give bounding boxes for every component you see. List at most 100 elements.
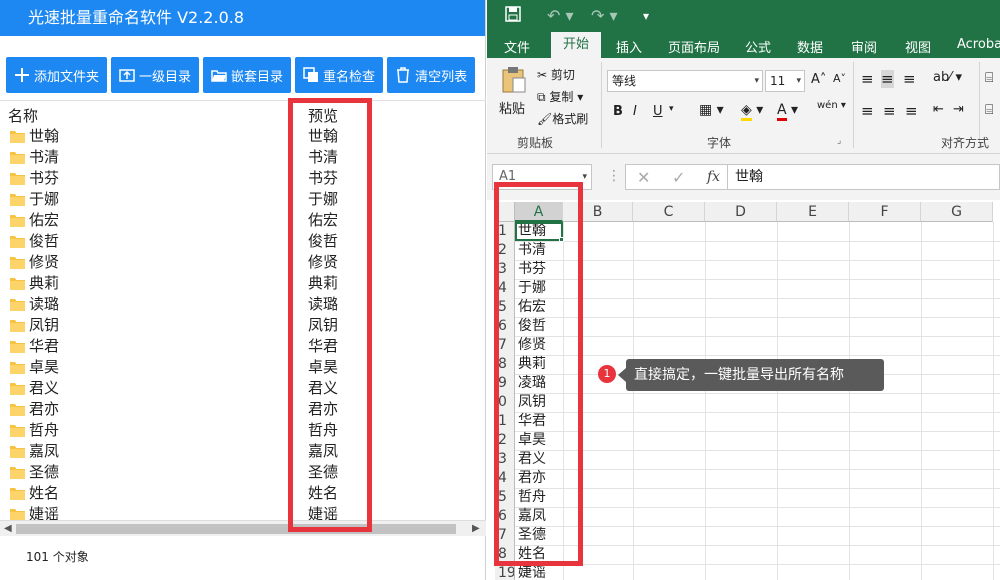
increase-indent-icon[interactable]: ⇥ (953, 102, 964, 117)
cell-a[interactable]: 婕谣 (518, 564, 546, 580)
enter-icon[interactable]: ✓ (672, 168, 685, 187)
gridline (515, 507, 1000, 508)
list-item[interactable]: 修贤 修贤 (0, 252, 486, 273)
alignment-group-label: 对齐方式 (941, 136, 990, 150)
nested-dir-label: 嵌套目录 (231, 69, 284, 85)
font-group-label: 字体 (707, 136, 732, 150)
wrap-text-icon[interactable]: ⌸ (985, 70, 993, 86)
align-top-icon[interactable]: ≡ (861, 70, 874, 88)
item-name: 书清 (29, 148, 60, 166)
folder-icon (10, 467, 25, 479)
list-item[interactable]: 圣德 圣德 (0, 462, 486, 483)
list-item[interactable]: 卓昊 卓昊 (0, 357, 486, 378)
status-count: 101 个对象 (26, 550, 89, 564)
folder-up-icon (119, 67, 135, 83)
gridline (515, 469, 1000, 470)
scissors-icon: ✂ (537, 68, 548, 82)
align-left-icon[interactable]: ≡ (861, 102, 874, 120)
save-icon[interactable] (505, 6, 521, 26)
column-header[interactable]: D (705, 202, 777, 222)
paste-icon[interactable] (501, 66, 527, 97)
list-item[interactable]: 嘉凤 嘉凤 (0, 441, 486, 462)
app-title: 光速批量重命名软件 V2.2.0.8 (0, 0, 485, 36)
add-folder-label: 添加文件夹 (34, 69, 100, 85)
scrollbar-thumb[interactable] (16, 524, 456, 534)
list-item[interactable]: 哲舟 哲舟 (0, 420, 486, 441)
align-middle-icon[interactable]: ≡ (881, 70, 894, 88)
first-level-dir-button[interactable]: 一级目录 (111, 57, 200, 93)
align-right-icon[interactable]: ≡ (905, 102, 918, 120)
tab-5[interactable]: 数据 (797, 37, 823, 56)
scroll-right-icon[interactable]: ▶ (472, 523, 480, 534)
tab-0[interactable]: 文件 (504, 37, 530, 56)
underline-dropdown[interactable]: ▾ (669, 104, 674, 114)
item-name: 书芬 (29, 169, 60, 187)
column-header[interactable]: F (849, 202, 921, 222)
list-item[interactable]: 世翰 世翰 (0, 126, 486, 147)
list-item[interactable]: 君亦 君亦 (0, 399, 486, 420)
add-folder-button[interactable]: 添加文件夹 (6, 57, 108, 93)
font-dialog-launcher-icon[interactable]: ⌟ (837, 136, 841, 146)
column-header-name[interactable]: 名称 (8, 105, 38, 126)
column-header[interactable]: E (777, 202, 849, 222)
list-item[interactable]: 凤钥 凤钥 (0, 315, 486, 336)
orientation-icon[interactable]: ab⁄ ▾ (933, 70, 962, 85)
border-icon[interactable]: ▦ ▾ (699, 102, 724, 118)
clear-list-button[interactable]: 清空列表 (387, 57, 476, 93)
align-bottom-icon[interactable]: ≡ (903, 70, 916, 88)
customize-qat-icon[interactable]: ▾ (643, 9, 649, 23)
undo-icon[interactable]: ↶ ▾ (547, 6, 574, 25)
italic-button[interactable]: I (633, 104, 637, 119)
column-header[interactable]: G (921, 202, 993, 222)
duplicate-check-button[interactable]: 重名检查 (295, 57, 384, 93)
tab-3[interactable]: 页面布局 (668, 37, 720, 56)
tab-6[interactable]: 审阅 (851, 37, 877, 56)
font-size-select[interactable]: 11 ▾ (765, 70, 805, 92)
scroll-left-icon[interactable]: ◀ (4, 523, 12, 534)
nested-dir-button[interactable]: 嵌套目录 (203, 57, 292, 93)
list-item[interactable]: 佑宏 佑宏 (0, 210, 486, 231)
phonetic-icon[interactable]: wén ▾ (817, 100, 846, 111)
fill-color-icon[interactable]: ◈ ▾ (741, 102, 763, 121)
paste-label[interactable]: 粘贴 (499, 98, 525, 117)
tab-1[interactable]: 开始 (551, 32, 602, 58)
list-item[interactable]: 于娜 于娜 (0, 189, 486, 210)
cancel-icon[interactable]: ✕ (637, 168, 650, 187)
list-item[interactable]: 书芬 书芬 (0, 168, 486, 189)
tab-8[interactable]: Acroba (957, 37, 1000, 52)
align-center-icon[interactable]: ≡ (883, 102, 896, 120)
folder-icon (10, 257, 25, 269)
underline-button[interactable]: U (653, 104, 663, 119)
horizontal-scrollbar[interactable]: ◀ ▶ (0, 520, 486, 536)
tab-4[interactable]: 公式 (745, 37, 771, 56)
cut-label: 剪切 (550, 68, 575, 82)
cut-button[interactable]: ✂ 剪切 (537, 66, 575, 83)
list-item[interactable]: 俊哲 俊哲 (0, 231, 486, 252)
list-item[interactable]: 华君 华君 (0, 336, 486, 357)
tab-7[interactable]: 视图 (905, 37, 931, 56)
list-item[interactable]: 君义 君义 (0, 378, 486, 399)
font-name-select[interactable]: 等线 ▾ (607, 70, 763, 92)
format-painter-button[interactable]: 🖌格式刷 (537, 110, 588, 127)
shrink-font-icon[interactable]: A˅ (833, 72, 846, 85)
bold-button[interactable]: B (613, 104, 623, 119)
fx-icon[interactable]: fx (707, 169, 720, 185)
font-color-icon[interactable]: A ▾ (777, 102, 798, 121)
list-item[interactable]: 读璐 读璐 (0, 294, 486, 315)
column-header[interactable]: C (633, 202, 705, 222)
grow-font-icon[interactable]: A˄ (811, 72, 826, 87)
tab-2[interactable]: 插入 (616, 37, 642, 56)
redo-icon[interactable]: ↷ ▾ (591, 6, 618, 25)
row-header[interactable]: 19 (495, 564, 515, 580)
list-item[interactable]: 书清 书清 (0, 147, 486, 168)
font-name-value: 等线 (612, 74, 637, 88)
decrease-indent-icon[interactable]: ⇤ (933, 102, 944, 117)
list-item[interactable]: 姓名 姓名 (0, 483, 486, 504)
file-list[interactable]: 名称 预览 世翰 世翰 书清 书清 书芬 书芬 于娜 于娜 佑宏 佑宏 俊哲 俊哲 修贤 修贤 典莉 典莉 读璐… (0, 100, 486, 520)
list-item[interactable]: 婕谣 婕谣 (0, 504, 486, 520)
gridline (515, 298, 1000, 299)
list-item[interactable]: 典莉 典莉 (0, 273, 486, 294)
folder-icon (10, 320, 25, 332)
copy-button[interactable]: ⧉ 复制 ▾ (537, 88, 583, 105)
merge-icon[interactable]: ⌸ (985, 102, 993, 118)
